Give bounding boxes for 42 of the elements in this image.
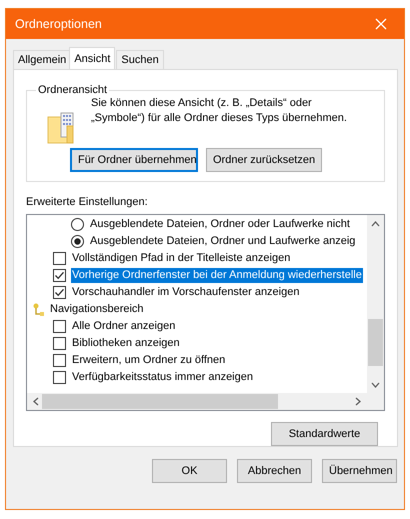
setting-label[interactable]: Vorherige Ordnerfenster bei der Anmeldung wiederherstelle <box>71 268 363 283</box>
scrollbar-thumb[interactable] <box>42 394 278 409</box>
defaults-button[interactable]: Standardwerte <box>271 422 378 446</box>
setting-label[interactable]: Ausgeblendete Dateien, Ordner und Laufwerke anzeig <box>89 234 356 249</box>
window-title: Ordneroptionen <box>15 17 102 31</box>
setting-label[interactable]: Ausgeblendete Dateien, Ordner oder Laufwerke nicht <box>89 216 351 232</box>
setting-label[interactable]: Verfügbarkeitsstatus immer anzeigen <box>71 370 254 385</box>
scroll-right-icon[interactable] <box>355 397 361 406</box>
reset-folders-button[interactable]: Ordner zurücksetzen <box>206 148 322 172</box>
scroll-down-icon[interactable] <box>371 382 380 388</box>
scrollbar-thumb[interactable] <box>368 319 383 366</box>
scroll-left-icon[interactable] <box>33 397 39 406</box>
tab[interactable]: Ansicht <box>69 47 116 69</box>
group-label[interactable]: Navigationsbereich <box>49 302 145 317</box>
radio-button[interactable] <box>71 218 84 231</box>
setting-label[interactable]: Vollständigen Pfad in der Titelleiste anzeigen <box>71 250 292 266</box>
scroll-up-icon[interactable] <box>371 220 380 227</box>
tab[interactable]: Allgemein <box>13 50 72 69</box>
advanced-settings-label: Erweiterte Einstellungen: <box>26 196 149 208</box>
apply-button[interactable]: Übernehmen <box>322 459 397 483</box>
horizontal-scrollbar[interactable] <box>27 393 367 410</box>
settings-group-icon <box>33 302 44 316</box>
checkbox[interactable] <box>53 320 66 333</box>
group-title: Ordneransicht <box>37 84 108 96</box>
apply-to-folders-button[interactable]: Für Ordner übernehmen <box>70 148 198 172</box>
checkbox[interactable] <box>53 268 66 282</box>
radio-button[interactable] <box>71 234 84 248</box>
setting-label[interactable]: Erweitern, um Ordner zu öffnen <box>71 352 226 368</box>
checkbox[interactable] <box>53 252 66 265</box>
setting-label[interactable]: Alle Ordner anzeigen <box>71 318 176 334</box>
checkbox[interactable] <box>53 370 66 384</box>
tab[interactable]: Suchen <box>116 50 164 69</box>
vertical-scrollbar[interactable] <box>367 214 384 393</box>
checkbox[interactable] <box>53 286 66 299</box>
checkbox[interactable] <box>53 336 66 350</box>
cancel-button[interactable]: Abbrechen <box>237 459 312 483</box>
ok-button[interactable]: OK <box>152 459 227 483</box>
close-icon <box>375 18 387 30</box>
description-text: Sie können diese Ansicht (z. B. „Details“ oder „Symbole“) für alle Ordner dieses Typs übernehmen. <box>91 96 348 126</box>
setting-label[interactable]: Bibliotheken anzeigen <box>71 336 181 351</box>
setting-label[interactable]: Vorschauhandler im Vorschaufenster anzeigen <box>71 284 300 300</box>
checkbox[interactable] <box>53 354 66 367</box>
